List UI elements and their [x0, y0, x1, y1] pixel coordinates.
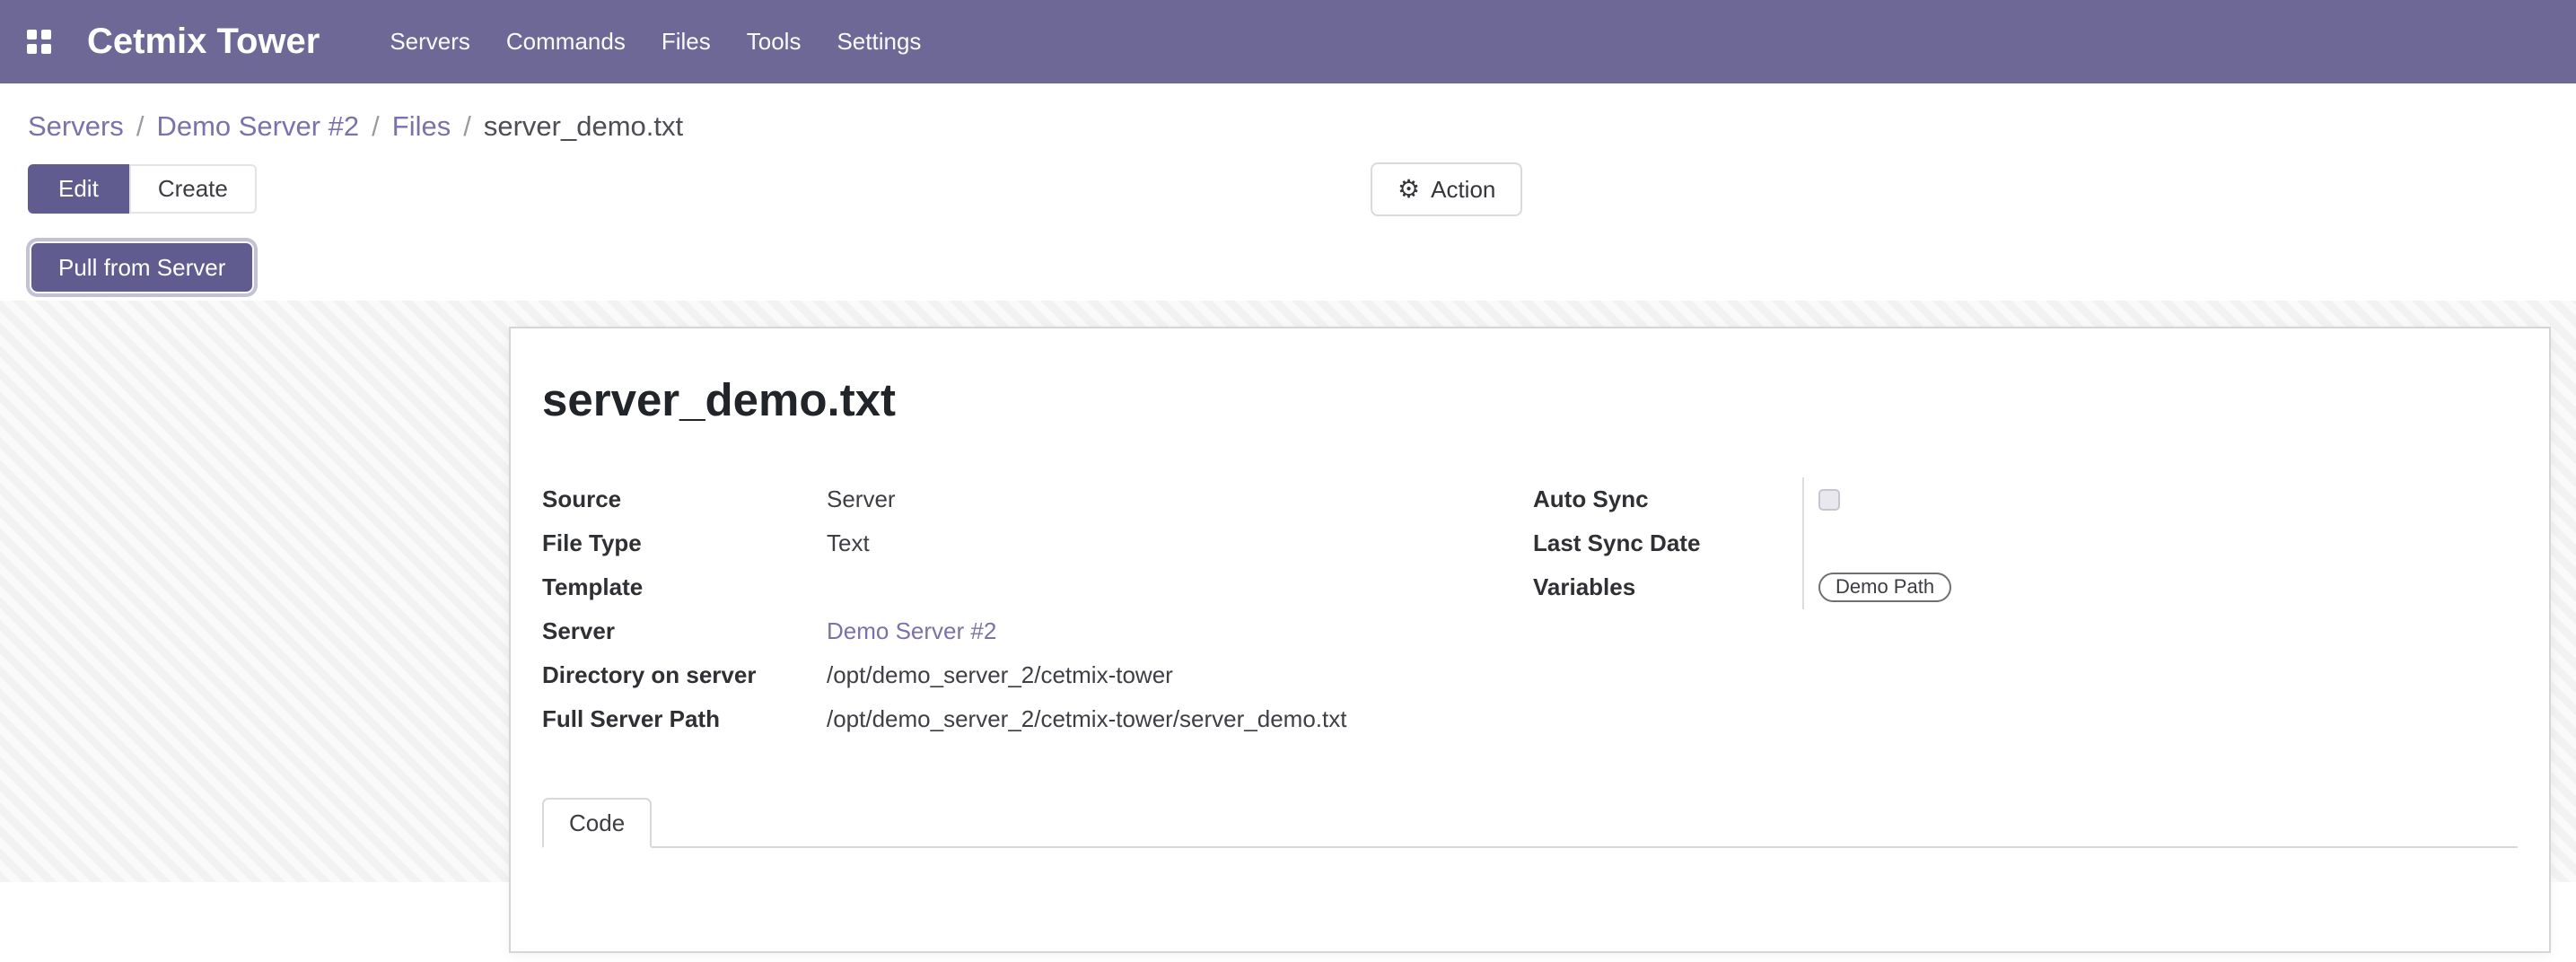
main-menu: Servers Commands Files Tools Settings [390, 28, 921, 56]
nav-item-settings[interactable]: Settings [837, 28, 921, 56]
action-button-label: Action [1431, 176, 1495, 204]
field-row-source: Source Server [542, 477, 1533, 521]
control-panel: Servers / Demo Server #2 / Files / serve… [0, 83, 2576, 301]
variable-tag-demo-path: Demo Path [1818, 573, 1951, 602]
form-fields: Source Server File Type Text Template Se… [542, 477, 2518, 741]
field-value-full-path: /opt/demo_server_2/cetmix-tower/server_d… [827, 705, 1346, 733]
apps-icon-square [27, 44, 37, 54]
action-button[interactable]: ⚙ Action [1371, 162, 1522, 216]
field-label-full-path: Full Server Path [542, 705, 827, 733]
field-row-server: Server Demo Server #2 [542, 609, 1533, 653]
field-row-last-sync-date: Last Sync Date [1533, 521, 2518, 565]
field-label-source: Source [542, 485, 827, 513]
field-row-template: Template [542, 565, 1533, 609]
field-label-auto-sync: Auto Sync [1533, 485, 1802, 513]
field-label-template: Template [542, 573, 827, 601]
buttons-row: Edit Create ⚙ Action [28, 164, 2548, 214]
field-label-file-type: File Type [542, 529, 827, 557]
form-column-right: Auto Sync Last Sync Date Variables [1533, 477, 2518, 609]
record-title: server_demo.txt [542, 373, 2518, 427]
field-row-file-type: File Type Text [542, 521, 1533, 565]
screen: Cetmix Tower Servers Commands Files Tool… [0, 0, 2576, 962]
field-value-source: Server [827, 485, 896, 513]
field-label-variables: Variables [1533, 573, 1802, 601]
breadcrumb-separator: / [463, 110, 471, 143]
apps-icon-square [41, 44, 51, 54]
tab-code[interactable]: Code [542, 798, 652, 848]
app-brand[interactable]: Cetmix Tower [87, 22, 320, 62]
nav-item-commands[interactable]: Commands [506, 28, 626, 56]
edit-button[interactable]: Edit [28, 164, 129, 214]
auto-sync-checkbox[interactable] [1818, 489, 1840, 511]
gear-icon: ⚙ [1398, 177, 1420, 202]
breadcrumb-item-demo-server[interactable]: Demo Server #2 [156, 110, 359, 143]
field-widget-last-sync-date [1802, 521, 2000, 565]
form-sheet: server_demo.txt Source Server File Type … [509, 327, 2551, 953]
field-value-file-type: Text [827, 529, 870, 557]
field-value-server-link[interactable]: Demo Server #2 [827, 617, 996, 645]
breadcrumb: Servers / Demo Server #2 / Files / serve… [28, 107, 2548, 146]
breadcrumb-separator: / [372, 110, 380, 143]
notebook-tabs: Code [542, 798, 2518, 848]
form-column-left: Source Server File Type Text Template Se… [542, 477, 1533, 741]
apps-icon-square [27, 30, 37, 39]
create-button[interactable]: Create [129, 164, 257, 214]
field-value-directory: /opt/demo_server_2/cetmix-tower [827, 661, 1173, 689]
content-background: server_demo.txt Source Server File Type … [0, 301, 2576, 882]
apps-menu-icon[interactable] [27, 30, 51, 54]
field-label-last-sync-date: Last Sync Date [1533, 529, 1802, 557]
apps-icon-square [41, 30, 51, 39]
pull-row: Pull from Server [28, 241, 2548, 293]
nav-item-files[interactable]: Files [662, 28, 711, 56]
breadcrumb-item-servers[interactable]: Servers [28, 110, 124, 143]
top-navbar: Cetmix Tower Servers Commands Files Tool… [0, 0, 2576, 83]
nav-item-servers[interactable]: Servers [390, 28, 470, 56]
breadcrumb-item-files[interactable]: Files [392, 110, 451, 143]
field-widget-variables: Demo Path [1802, 565, 2000, 609]
field-label-directory: Directory on server [542, 661, 827, 689]
breadcrumb-separator: / [136, 110, 145, 143]
field-widget-auto-sync [1802, 477, 2000, 521]
nav-item-tools[interactable]: Tools [747, 28, 802, 56]
field-row-auto-sync: Auto Sync [1533, 477, 2518, 521]
field-row-variables: Variables Demo Path [1533, 565, 2518, 609]
code-tab-content [542, 848, 2518, 951]
pull-from-server-button[interactable]: Pull from Server [31, 243, 252, 292]
field-label-server: Server [542, 617, 827, 645]
field-row-full-path: Full Server Path /opt/demo_server_2/cetm… [542, 697, 1533, 741]
breadcrumb-current: server_demo.txt [484, 110, 683, 143]
field-row-directory: Directory on server /opt/demo_server_2/c… [542, 653, 1533, 697]
